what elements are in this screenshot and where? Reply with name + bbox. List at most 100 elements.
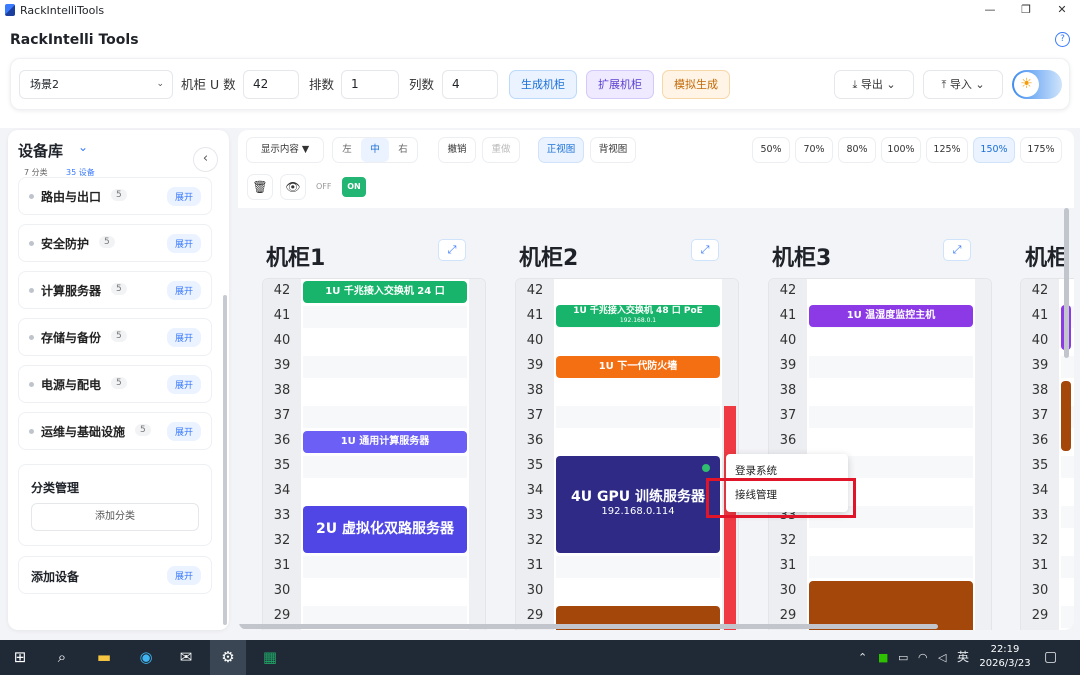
u-number: 38 — [1031, 383, 1049, 398]
u-number: 38 — [526, 383, 544, 398]
sidebar-scrollbar[interactable] — [223, 295, 227, 625]
category-expand-button[interactable]: 展开 — [166, 328, 201, 347]
undo-button[interactable]: 撤销 — [438, 137, 476, 163]
vertical-scrollbar[interactable] — [1064, 208, 1069, 358]
category-item-routing[interactable]: 路由与出口 5 展开 — [18, 177, 212, 215]
category-expand-button[interactable]: 展开 — [166, 187, 201, 206]
mail-icon[interactable]: ✉ — [168, 640, 204, 675]
category-name: 存储与备份 — [41, 331, 102, 345]
add-device-card[interactable]: 添加设备 展开 — [18, 556, 212, 594]
clock-date: 2026/3/23 — [979, 658, 1031, 669]
close-button[interactable]: ✕ — [1044, 0, 1080, 20]
zoom-125-button[interactable]: 125% — [926, 137, 968, 163]
category-item-power[interactable]: 电源与配电 5 展开 — [18, 365, 212, 403]
category-expand-button[interactable]: 展开 — [166, 375, 201, 394]
wechat-icon[interactable]: ■ — [878, 640, 888, 675]
align-right-option[interactable]: 右 — [389, 138, 417, 162]
extend-racks-button[interactable]: 扩展机柜 — [586, 70, 654, 99]
device-switch-48-poe[interactable]: 1U 千兆接入交换机 48 口 PoE 192.168.0.1 — [556, 305, 720, 327]
category-item-security[interactable]: 安全防护 5 展开 — [18, 224, 212, 262]
rows-label: 排数 — [309, 77, 335, 92]
battery-icon[interactable]: ▭ — [898, 640, 908, 675]
config-toolbar: 场景2 ⌄ 机柜 U 数 42 排数 1 列数 4 生成机柜 扩展机柜 模拟生成… — [10, 58, 1070, 110]
u-number: 31 — [273, 558, 291, 573]
zoom-70-button[interactable]: 70% — [795, 137, 833, 163]
notification-icon[interactable]: ▢ — [1044, 640, 1057, 675]
chevron-down-icon[interactable]: ⌄ — [78, 140, 88, 154]
u-number: 42 — [779, 283, 797, 298]
add-device-title: 添加设备 — [31, 570, 80, 584]
ime-indicator[interactable]: 英 — [957, 640, 969, 675]
expand-icon[interactable]: ⤢ — [691, 239, 719, 261]
excel-icon[interactable]: ▦ — [252, 640, 288, 675]
window-titlebar: RackIntelliTools — ❐ ✕ — [0, 0, 1080, 20]
horizontal-scrollbar[interactable] — [238, 624, 938, 629]
zoom-50-button[interactable]: 50% — [752, 137, 790, 163]
expand-icon[interactable]: ⤢ — [943, 239, 971, 261]
edge-browser-icon[interactable]: ◉ — [128, 640, 164, 675]
expand-icon[interactable]: ⤢ — [438, 239, 466, 261]
add-category-button[interactable]: 添加分类 — [31, 503, 199, 531]
device-rack4-b[interactable] — [1061, 381, 1071, 451]
category-item-ops[interactable]: 运维与基础设施 5 展开 — [18, 412, 212, 450]
align-center-option[interactable]: 中 — [361, 138, 389, 162]
category-item-compute[interactable]: 计算服务器 5 展开 — [18, 271, 212, 309]
device-compute-server[interactable]: 1U 通用计算服务器 — [303, 431, 467, 453]
chevron-up-icon[interactable]: ⌃ — [858, 640, 867, 675]
device-switch-24[interactable]: 1U 千兆接入交换机 24 口 — [303, 281, 467, 303]
help-icon[interactable]: ? — [1055, 32, 1070, 47]
zoom-80-button[interactable]: 80% — [838, 137, 876, 163]
system-clock[interactable]: 22:19 2026/3/23 — [972, 643, 1038, 671]
theme-toggle[interactable]: ☀ — [1012, 70, 1062, 99]
device-bottom-rack3[interactable] — [809, 581, 973, 630]
rack-slot — [809, 356, 973, 378]
category-item-storage[interactable]: 存储与备份 5 展开 — [18, 318, 212, 356]
redo-button[interactable]: 重做 — [482, 137, 520, 163]
category-expand-button[interactable]: 展开 — [166, 234, 201, 253]
add-device-expand-button[interactable]: 展开 — [166, 566, 201, 585]
annotation-highlight-box — [706, 478, 856, 518]
toggle-off-label[interactable]: OFF — [316, 175, 332, 199]
menu-item-login[interactable]: 登录系统 — [735, 463, 777, 478]
cols-input[interactable]: 4 — [442, 70, 498, 99]
front-view-button[interactable]: 正视图 — [538, 137, 584, 163]
speaker-icon[interactable]: ◁ — [938, 640, 946, 675]
trash-icon[interactable]: 🗑 — [247, 174, 273, 200]
u-number: 42 — [526, 283, 544, 298]
device-virtualization-server[interactable]: 2U 虚拟化双路服务器 — [303, 506, 467, 553]
zoom-100-button[interactable]: 100% — [881, 137, 921, 163]
eye-icon[interactable]: 👁 — [280, 174, 306, 200]
rack-slot — [303, 556, 467, 578]
cable-highlight-bar — [724, 406, 736, 630]
file-explorer-icon[interactable]: ▬ — [86, 640, 122, 675]
import-button[interactable]: ⤒ 导入 ⌄ — [923, 70, 1003, 99]
u-number: 39 — [273, 358, 291, 373]
rack-slot — [303, 356, 467, 378]
device-gpu-server[interactable]: 4U GPU 训练服务器 192.168.0.114 — [556, 456, 720, 553]
category-name: 路由与出口 — [41, 190, 102, 204]
simulate-generate-button[interactable]: 模拟生成 — [662, 70, 730, 99]
scene-select[interactable]: 场景2 ⌄ — [19, 70, 173, 99]
device-env-monitor[interactable]: 1U 温湿度监控主机 — [809, 305, 973, 327]
back-view-button[interactable]: 背视图 — [590, 137, 636, 163]
rows-input[interactable]: 1 — [341, 70, 399, 99]
zoom-150-button[interactable]: 150% — [973, 137, 1015, 163]
maximize-button[interactable]: ❐ — [1008, 0, 1044, 20]
toggle-on-button[interactable]: ON — [342, 177, 366, 197]
search-icon[interactable]: ⌕ — [44, 640, 80, 675]
windows-start-icon[interactable]: ⊞ — [2, 640, 38, 675]
minimize-button[interactable]: — — [972, 0, 1008, 20]
display-content-dropdown[interactable]: 显示内容 ▼ — [246, 137, 324, 163]
wifi-icon[interactable]: ◠ — [918, 640, 928, 675]
generate-racks-button[interactable]: 生成机柜 — [509, 70, 577, 99]
align-left-option[interactable]: 左 — [333, 138, 361, 162]
device-firewall[interactable]: 1U 下一代防火墙 — [556, 356, 720, 378]
rackintelli-app-icon[interactable]: ⚙ — [210, 640, 246, 675]
category-expand-button[interactable]: 展开 — [166, 422, 201, 441]
export-button[interactable]: ⤓ 导出 ⌄ — [834, 70, 914, 99]
category-expand-button[interactable]: 展开 — [166, 281, 201, 300]
rack-slot — [556, 406, 720, 428]
collapse-sidebar-button[interactable]: ‹ — [193, 147, 218, 172]
zoom-175-button[interactable]: 175% — [1020, 137, 1062, 163]
rack-u-input[interactable]: 42 — [243, 70, 299, 99]
